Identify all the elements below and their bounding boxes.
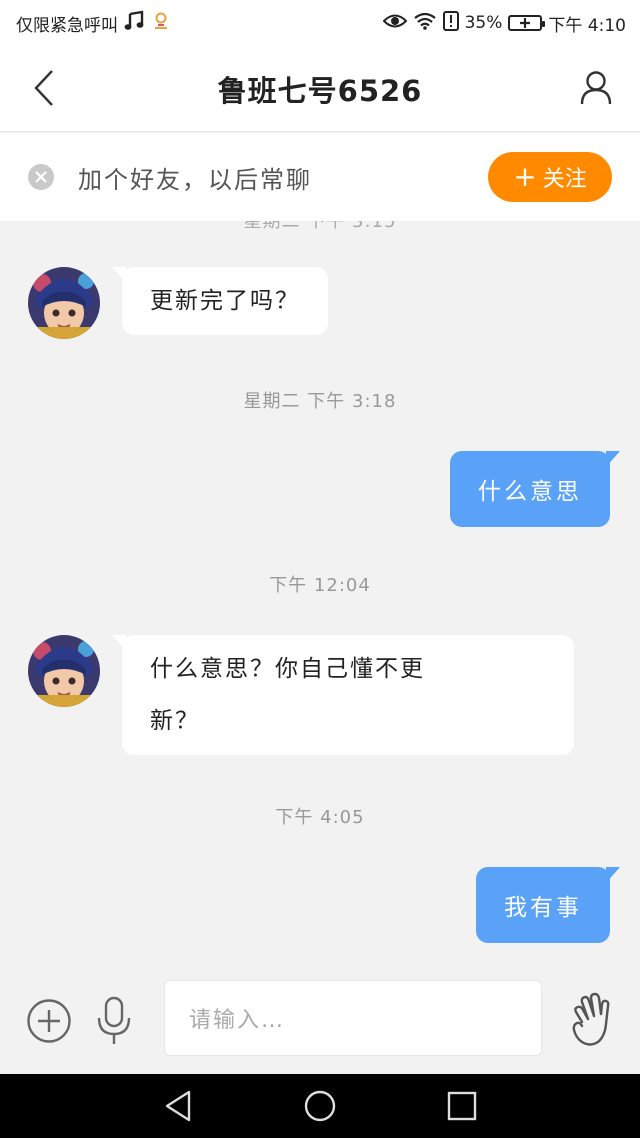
message-bubble-outgoing[interactable]: 什么意思: [450, 451, 620, 527]
message-text: 我有事: [504, 895, 582, 921]
nav-home-button[interactable]: [302, 1088, 338, 1124]
timestamp-partial: 星期二 下午 3:15: [243, 221, 397, 232]
music-note-icon: [124, 10, 146, 37]
input-placeholder: 请输入…: [189, 1008, 286, 1033]
plus-icon: +: [513, 160, 537, 193]
message-input[interactable]: 请输入…: [164, 980, 542, 1056]
nav-back-button[interactable]: [160, 1088, 196, 1124]
follow-prompt: 加个好友，以后常聊: [78, 165, 312, 194]
message-bubble-incoming[interactable]: 什么意思？你自己懂不更 新？: [112, 635, 574, 755]
baby-icon: [152, 11, 170, 36]
carrier-text: 仅限紧急呼叫: [16, 15, 118, 36]
add-attachment-button[interactable]: [26, 998, 72, 1044]
message-text-line: 什么意思？你自己懂不更: [150, 656, 425, 682]
plus-circle-icon: [27, 999, 71, 1043]
message-text-line: 新？: [150, 708, 200, 734]
close-icon: [35, 171, 47, 183]
avatar-image: [28, 267, 100, 339]
message-bubble-outgoing[interactable]: 我有事: [476, 867, 620, 943]
nav-recents-icon: [447, 1091, 477, 1121]
message-text: 什么意思: [478, 479, 582, 505]
chat-area[interactable]: 星期二 下午 3:15 更新完了吗？ 星期二 下午 3:18 什么意思 下午 1…: [0, 221, 640, 981]
hand-wave-icon: [572, 992, 610, 1046]
nav-back-icon: [165, 1090, 191, 1122]
follow-banner: 加个好友，以后常聊 + 关注: [0, 133, 640, 221]
battery-icon: [508, 15, 546, 31]
timestamp: 下午 12:04: [269, 575, 371, 596]
status-left: 仅限紧急呼叫: [16, 10, 170, 37]
wifi-icon: [413, 12, 437, 35]
input-bar: 请输入…: [0, 972, 640, 1074]
microphone-icon: [97, 996, 131, 1044]
message-text: 更新完了吗？: [150, 288, 300, 314]
chevron-left-icon: [34, 70, 53, 106]
battery-percent: 35%: [464, 13, 503, 33]
timestamp: 下午 4:05: [275, 807, 365, 828]
eye-icon: [382, 12, 408, 35]
greeting-button[interactable]: [568, 992, 616, 1048]
follow-button-label: 关注: [542, 167, 587, 192]
user-icon: [580, 71, 612, 105]
status-bar: 仅限紧急呼叫 35% 下午 4:10: [0, 0, 640, 46]
status-time: 下午 4:10: [548, 15, 626, 36]
system-nav-bar: [0, 1074, 640, 1138]
close-banner-button[interactable]: [28, 164, 54, 190]
voice-button[interactable]: [94, 996, 134, 1048]
message-bubble-incoming[interactable]: 更新完了吗？: [112, 267, 328, 335]
status-right: 35% 下午 4:10: [382, 10, 626, 36]
title-bar: 鲁班七号6526: [0, 46, 640, 132]
avatar[interactable]: [28, 635, 100, 707]
nav-home-icon: [304, 1090, 336, 1122]
alert-icon: [442, 10, 459, 36]
nav-recents-button[interactable]: [444, 1088, 480, 1124]
back-button[interactable]: [22, 66, 66, 110]
profile-button[interactable]: [574, 64, 618, 112]
follow-button[interactable]: + 关注: [488, 152, 612, 202]
avatar-image: [28, 635, 100, 707]
avatar[interactable]: [28, 267, 100, 339]
timestamp: 星期二 下午 3:18: [243, 391, 397, 412]
page-title: 鲁班七号6526: [217, 73, 423, 108]
